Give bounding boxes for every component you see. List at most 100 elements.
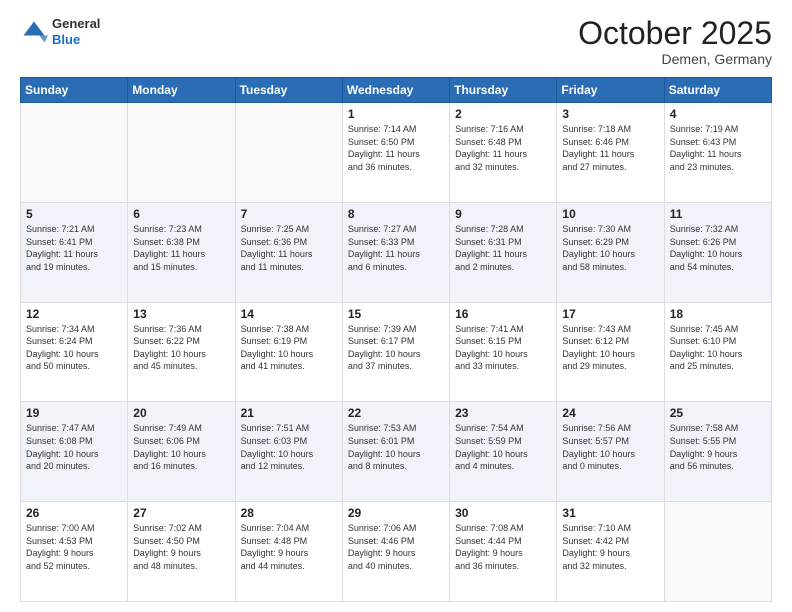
day-number: 28 bbox=[241, 506, 337, 520]
table-row: 24 Sunrise: 7:56 AMSunset: 5:57 PMDayligh… bbox=[557, 402, 664, 502]
day-number: 18 bbox=[670, 307, 766, 321]
day-number: 4 bbox=[670, 107, 766, 121]
day-number: 27 bbox=[133, 506, 229, 520]
col-friday: Friday bbox=[557, 78, 664, 103]
day-number: 23 bbox=[455, 406, 551, 420]
day-number: 11 bbox=[670, 207, 766, 221]
day-number: 31 bbox=[562, 506, 658, 520]
page: General Blue October 2025 Demen, Germany… bbox=[0, 0, 792, 612]
col-monday: Monday bbox=[128, 78, 235, 103]
calendar-week-row: 12 Sunrise: 7:34 AMSunset: 6:24 PMDayligh… bbox=[21, 302, 772, 402]
day-info: Sunrise: 7:28 AMSunset: 6:31 PMDaylight:… bbox=[455, 223, 551, 273]
table-row: 26 Sunrise: 7:00 AMSunset: 4:53 PMDayligh… bbox=[21, 502, 128, 602]
day-info: Sunrise: 7:27 AMSunset: 6:33 PMDaylight:… bbox=[348, 223, 444, 273]
day-number: 1 bbox=[348, 107, 444, 121]
table-row: 31Sunrise: 7:10 AMSunset: 4:42 PMDayligh… bbox=[557, 502, 664, 602]
day-info: Sunrise: 7:04 AMSunset: 4:48 PMDaylight:… bbox=[241, 522, 337, 572]
day-number: 9 bbox=[455, 207, 551, 221]
day-number: 17 bbox=[562, 307, 658, 321]
day-info: Sunrise: 7:51 AMSunset: 6:03 PMDaylight:… bbox=[241, 422, 337, 472]
day-info: Sunrise: 7:58 AMSunset: 5:55 PMDaylight:… bbox=[670, 422, 766, 472]
day-info: Sunrise: 7:23 AMSunset: 6:38 PMDaylight:… bbox=[133, 223, 229, 273]
table-row: 5 Sunrise: 7:21 AMSunset: 6:41 PMDaylight… bbox=[21, 202, 128, 302]
day-number: 20 bbox=[133, 406, 229, 420]
table-row: 16Sunrise: 7:41 AMSunset: 6:15 PMDayligh… bbox=[450, 302, 557, 402]
header: General Blue October 2025 Demen, Germany bbox=[20, 16, 772, 67]
table-row: 17Sunrise: 7:43 AMSunset: 6:12 PMDayligh… bbox=[557, 302, 664, 402]
day-info: Sunrise: 7:45 AMSunset: 6:10 PMDaylight:… bbox=[670, 323, 766, 373]
table-row bbox=[235, 103, 342, 203]
logo: General Blue bbox=[20, 16, 100, 47]
month-title: October 2025 bbox=[578, 16, 772, 51]
table-row: 8 Sunrise: 7:27 AMSunset: 6:33 PMDaylight… bbox=[342, 202, 449, 302]
day-number: 12 bbox=[26, 307, 122, 321]
calendar-week-row: 26 Sunrise: 7:00 AMSunset: 4:53 PMDayligh… bbox=[21, 502, 772, 602]
location: Demen, Germany bbox=[578, 51, 772, 67]
day-info: Sunrise: 7:06 AMSunset: 4:46 PMDaylight:… bbox=[348, 522, 444, 572]
table-row: 27 Sunrise: 7:02 AMSunset: 4:50 PMDayligh… bbox=[128, 502, 235, 602]
table-row: 14 Sunrise: 7:38 AMSunset: 6:19 PMDayligh… bbox=[235, 302, 342, 402]
day-info: Sunrise: 7:21 AMSunset: 6:41 PMDaylight:… bbox=[26, 223, 122, 273]
calendar-week-row: 5 Sunrise: 7:21 AMSunset: 6:41 PMDaylight… bbox=[21, 202, 772, 302]
col-sunday: Sunday bbox=[21, 78, 128, 103]
day-number: 13 bbox=[133, 307, 229, 321]
logo-general-text: General bbox=[52, 16, 100, 32]
col-wednesday: Wednesday bbox=[342, 78, 449, 103]
day-info: Sunrise: 7:19 AMSunset: 6:43 PMDaylight:… bbox=[670, 123, 766, 173]
table-row: 3Sunrise: 7:18 AMSunset: 6:46 PMDaylight… bbox=[557, 103, 664, 203]
table-row: 29Sunrise: 7:06 AMSunset: 4:46 PMDayligh… bbox=[342, 502, 449, 602]
day-number: 14 bbox=[241, 307, 337, 321]
table-row: 30Sunrise: 7:08 AMSunset: 4:44 PMDayligh… bbox=[450, 502, 557, 602]
day-info: Sunrise: 7:36 AMSunset: 6:22 PMDaylight:… bbox=[133, 323, 229, 373]
table-row: 1 Sunrise: 7:14 AMSunset: 6:50 PMDaylight… bbox=[342, 103, 449, 203]
table-row: 20 Sunrise: 7:49 AMSunset: 6:06 PMDayligh… bbox=[128, 402, 235, 502]
day-info: Sunrise: 7:47 AMSunset: 6:08 PMDaylight:… bbox=[26, 422, 122, 472]
table-row: 18 Sunrise: 7:45 AMSunset: 6:10 PMDayligh… bbox=[664, 302, 771, 402]
day-info: Sunrise: 7:02 AMSunset: 4:50 PMDaylight:… bbox=[133, 522, 229, 572]
day-number: 6 bbox=[133, 207, 229, 221]
logo-blue-text: Blue bbox=[52, 32, 100, 48]
table-row: 12 Sunrise: 7:34 AMSunset: 6:24 PMDayligh… bbox=[21, 302, 128, 402]
logo-text: General Blue bbox=[52, 16, 100, 47]
day-number: 26 bbox=[26, 506, 122, 520]
table-row: 15 Sunrise: 7:39 AMSunset: 6:17 PMDayligh… bbox=[342, 302, 449, 402]
day-number: 21 bbox=[241, 406, 337, 420]
logo-icon bbox=[20, 18, 48, 46]
day-info: Sunrise: 7:34 AMSunset: 6:24 PMDaylight:… bbox=[26, 323, 122, 373]
day-info: Sunrise: 7:00 AMSunset: 4:53 PMDaylight:… bbox=[26, 522, 122, 572]
title-block: October 2025 Demen, Germany bbox=[578, 16, 772, 67]
table-row: 4 Sunrise: 7:19 AMSunset: 6:43 PMDaylight… bbox=[664, 103, 771, 203]
table-row: 10Sunrise: 7:30 AMSunset: 6:29 PMDayligh… bbox=[557, 202, 664, 302]
table-row: 9 Sunrise: 7:28 AMSunset: 6:31 PMDaylight… bbox=[450, 202, 557, 302]
day-number: 3 bbox=[562, 107, 658, 121]
table-row: 19 Sunrise: 7:47 AMSunset: 6:08 PMDayligh… bbox=[21, 402, 128, 502]
table-row bbox=[128, 103, 235, 203]
day-info: Sunrise: 7:56 AMSunset: 5:57 PMDaylight:… bbox=[562, 422, 658, 472]
day-info: Sunrise: 7:49 AMSunset: 6:06 PMDaylight:… bbox=[133, 422, 229, 472]
day-number: 5 bbox=[26, 207, 122, 221]
day-info: Sunrise: 7:38 AMSunset: 6:19 PMDaylight:… bbox=[241, 323, 337, 373]
calendar-header-row: Sunday Monday Tuesday Wednesday Thursday… bbox=[21, 78, 772, 103]
day-info: Sunrise: 7:14 AMSunset: 6:50 PMDaylight:… bbox=[348, 123, 444, 173]
day-number: 15 bbox=[348, 307, 444, 321]
day-info: Sunrise: 7:25 AMSunset: 6:36 PMDaylight:… bbox=[241, 223, 337, 273]
table-row: 23Sunrise: 7:54 AMSunset: 5:59 PMDayligh… bbox=[450, 402, 557, 502]
day-info: Sunrise: 7:16 AMSunset: 6:48 PMDaylight:… bbox=[455, 123, 551, 173]
table-row: 22 Sunrise: 7:53 AMSunset: 6:01 PMDayligh… bbox=[342, 402, 449, 502]
day-number: 25 bbox=[670, 406, 766, 420]
day-info: Sunrise: 7:39 AMSunset: 6:17 PMDaylight:… bbox=[348, 323, 444, 373]
day-number: 8 bbox=[348, 207, 444, 221]
table-row: 11Sunrise: 7:32 AMSunset: 6:26 PMDayligh… bbox=[664, 202, 771, 302]
table-row: 13 Sunrise: 7:36 AMSunset: 6:22 PMDayligh… bbox=[128, 302, 235, 402]
table-row: 2Sunrise: 7:16 AMSunset: 6:48 PMDaylight… bbox=[450, 103, 557, 203]
day-number: 7 bbox=[241, 207, 337, 221]
table-row: 25 Sunrise: 7:58 AMSunset: 5:55 PMDayligh… bbox=[664, 402, 771, 502]
day-info: Sunrise: 7:53 AMSunset: 6:01 PMDaylight:… bbox=[348, 422, 444, 472]
table-row: 21 Sunrise: 7:51 AMSunset: 6:03 PMDayligh… bbox=[235, 402, 342, 502]
col-saturday: Saturday bbox=[664, 78, 771, 103]
day-number: 19 bbox=[26, 406, 122, 420]
day-number: 10 bbox=[562, 207, 658, 221]
day-number: 16 bbox=[455, 307, 551, 321]
day-number: 24 bbox=[562, 406, 658, 420]
day-number: 22 bbox=[348, 406, 444, 420]
